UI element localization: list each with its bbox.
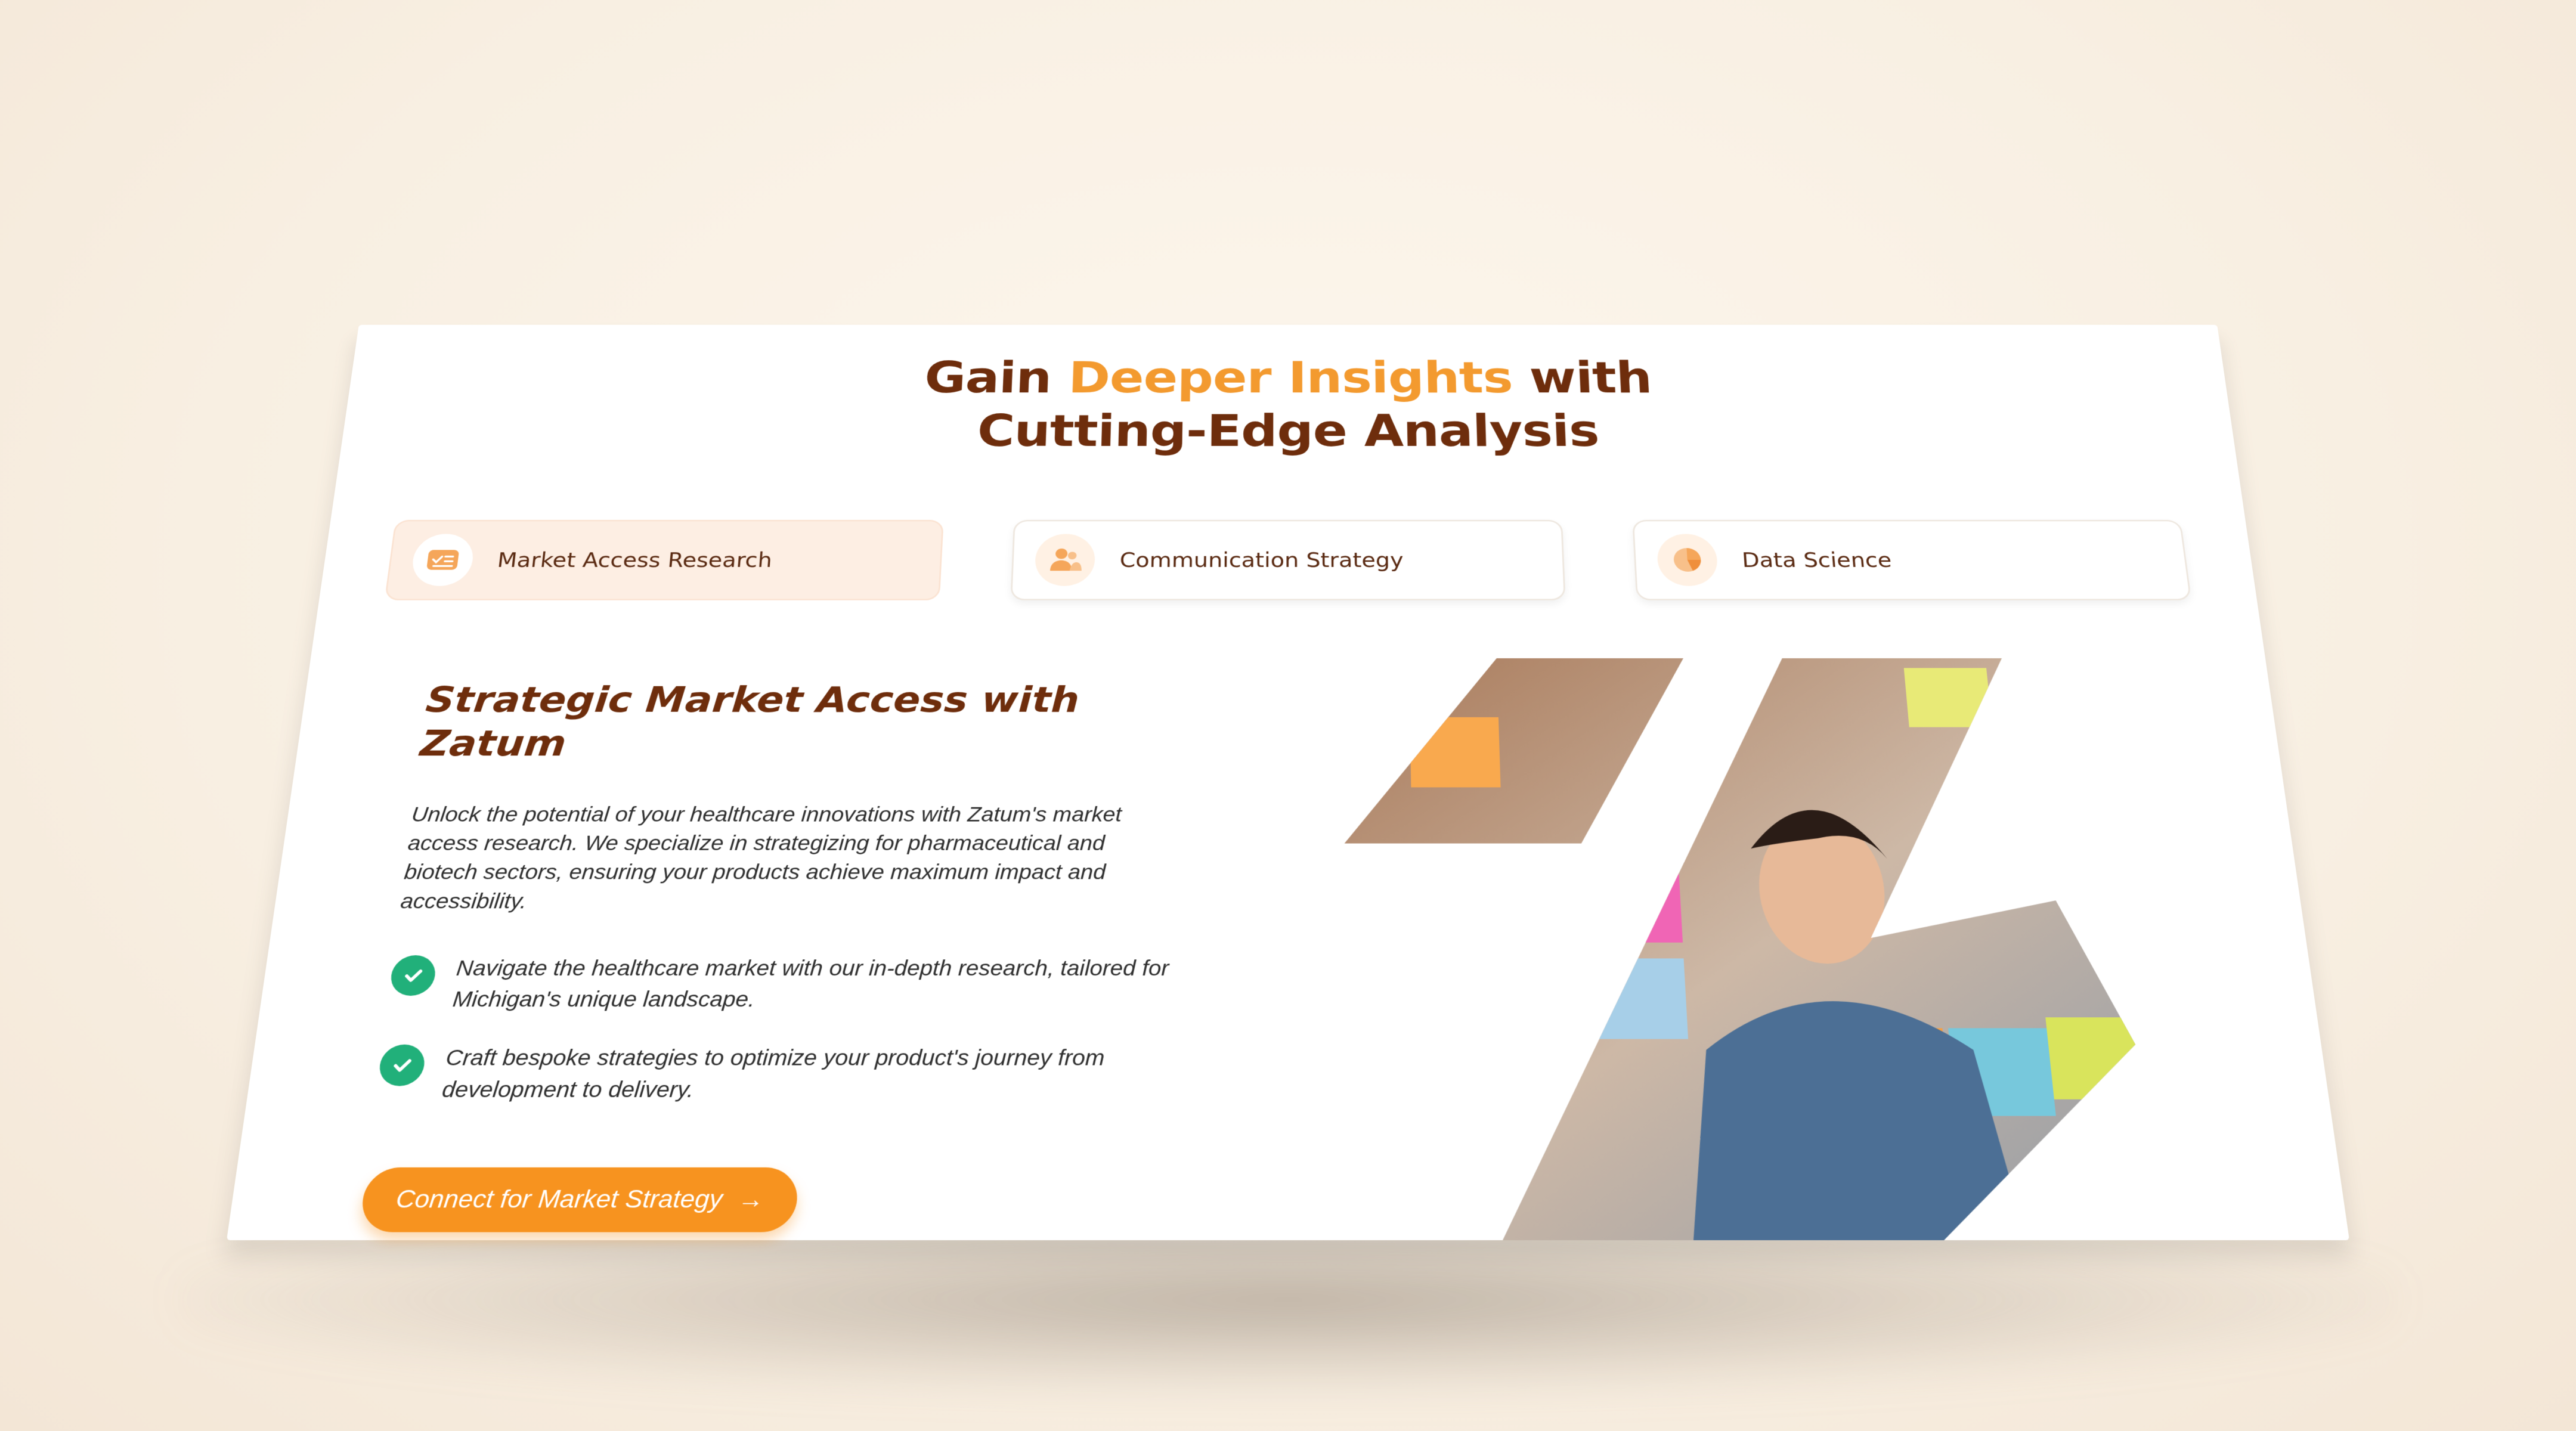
tab-communication-strategy[interactable]: Communication Strategy [1010, 519, 1566, 600]
checklist-card-icon [410, 534, 476, 586]
connect-button-label: Connect for Market Strategy [394, 1185, 724, 1213]
connect-button[interactable]: Connect for Market Strategy → [358, 1167, 800, 1232]
check-icon [388, 955, 438, 996]
arrow-right-icon: → [736, 1185, 765, 1213]
section-title: Strategic Market Access with Zatum [418, 679, 1080, 764]
tab-label: Data Science [1741, 548, 1893, 572]
title-line-2: Cutting-Edge Analysis [976, 405, 1600, 457]
title-accent: Deeper Insights [1067, 352, 1513, 403]
users-icon [1034, 534, 1096, 586]
pie-chart-icon [1656, 534, 1719, 586]
tab-label: Communication Strategy [1119, 548, 1404, 572]
tab-label: Market Access Research [496, 548, 773, 572]
title-part-2: with [1511, 352, 1653, 403]
section-paragraph: Unlock the potential of your healthcare … [399, 803, 1122, 913]
stage: Gain Deeper Insights with Cutting-Edge A… [0, 0, 2576, 1431]
tab-data-science[interactable]: Data Science [1632, 519, 2192, 600]
page-title: Gain Deeper Insights with Cutting-Edge A… [340, 351, 2237, 458]
page-panel: Gain Deeper Insights with Cutting-Edge A… [227, 324, 2349, 1240]
bullet-text: Navigate the healthcare market with our … [451, 956, 1169, 1012]
bullet-item: Craft bespoke strategies to optimize you… [375, 1042, 1253, 1106]
bullet-text: Craft bespoke strategies to optimize you… [441, 1046, 1105, 1102]
bullet-item: Navigate the healthcare market with our … [386, 953, 1254, 1015]
hero-image [1421, 714, 2221, 1240]
service-tabs: Market Access Research Communication Str… [384, 519, 2193, 605]
tab-market-access-research[interactable]: Market Access Research [384, 519, 944, 600]
check-icon [377, 1044, 427, 1086]
title-part-1: Gain [923, 352, 1070, 403]
content-left: Strategic Market Access with Zatum Unloc… [358, 678, 1255, 1232]
